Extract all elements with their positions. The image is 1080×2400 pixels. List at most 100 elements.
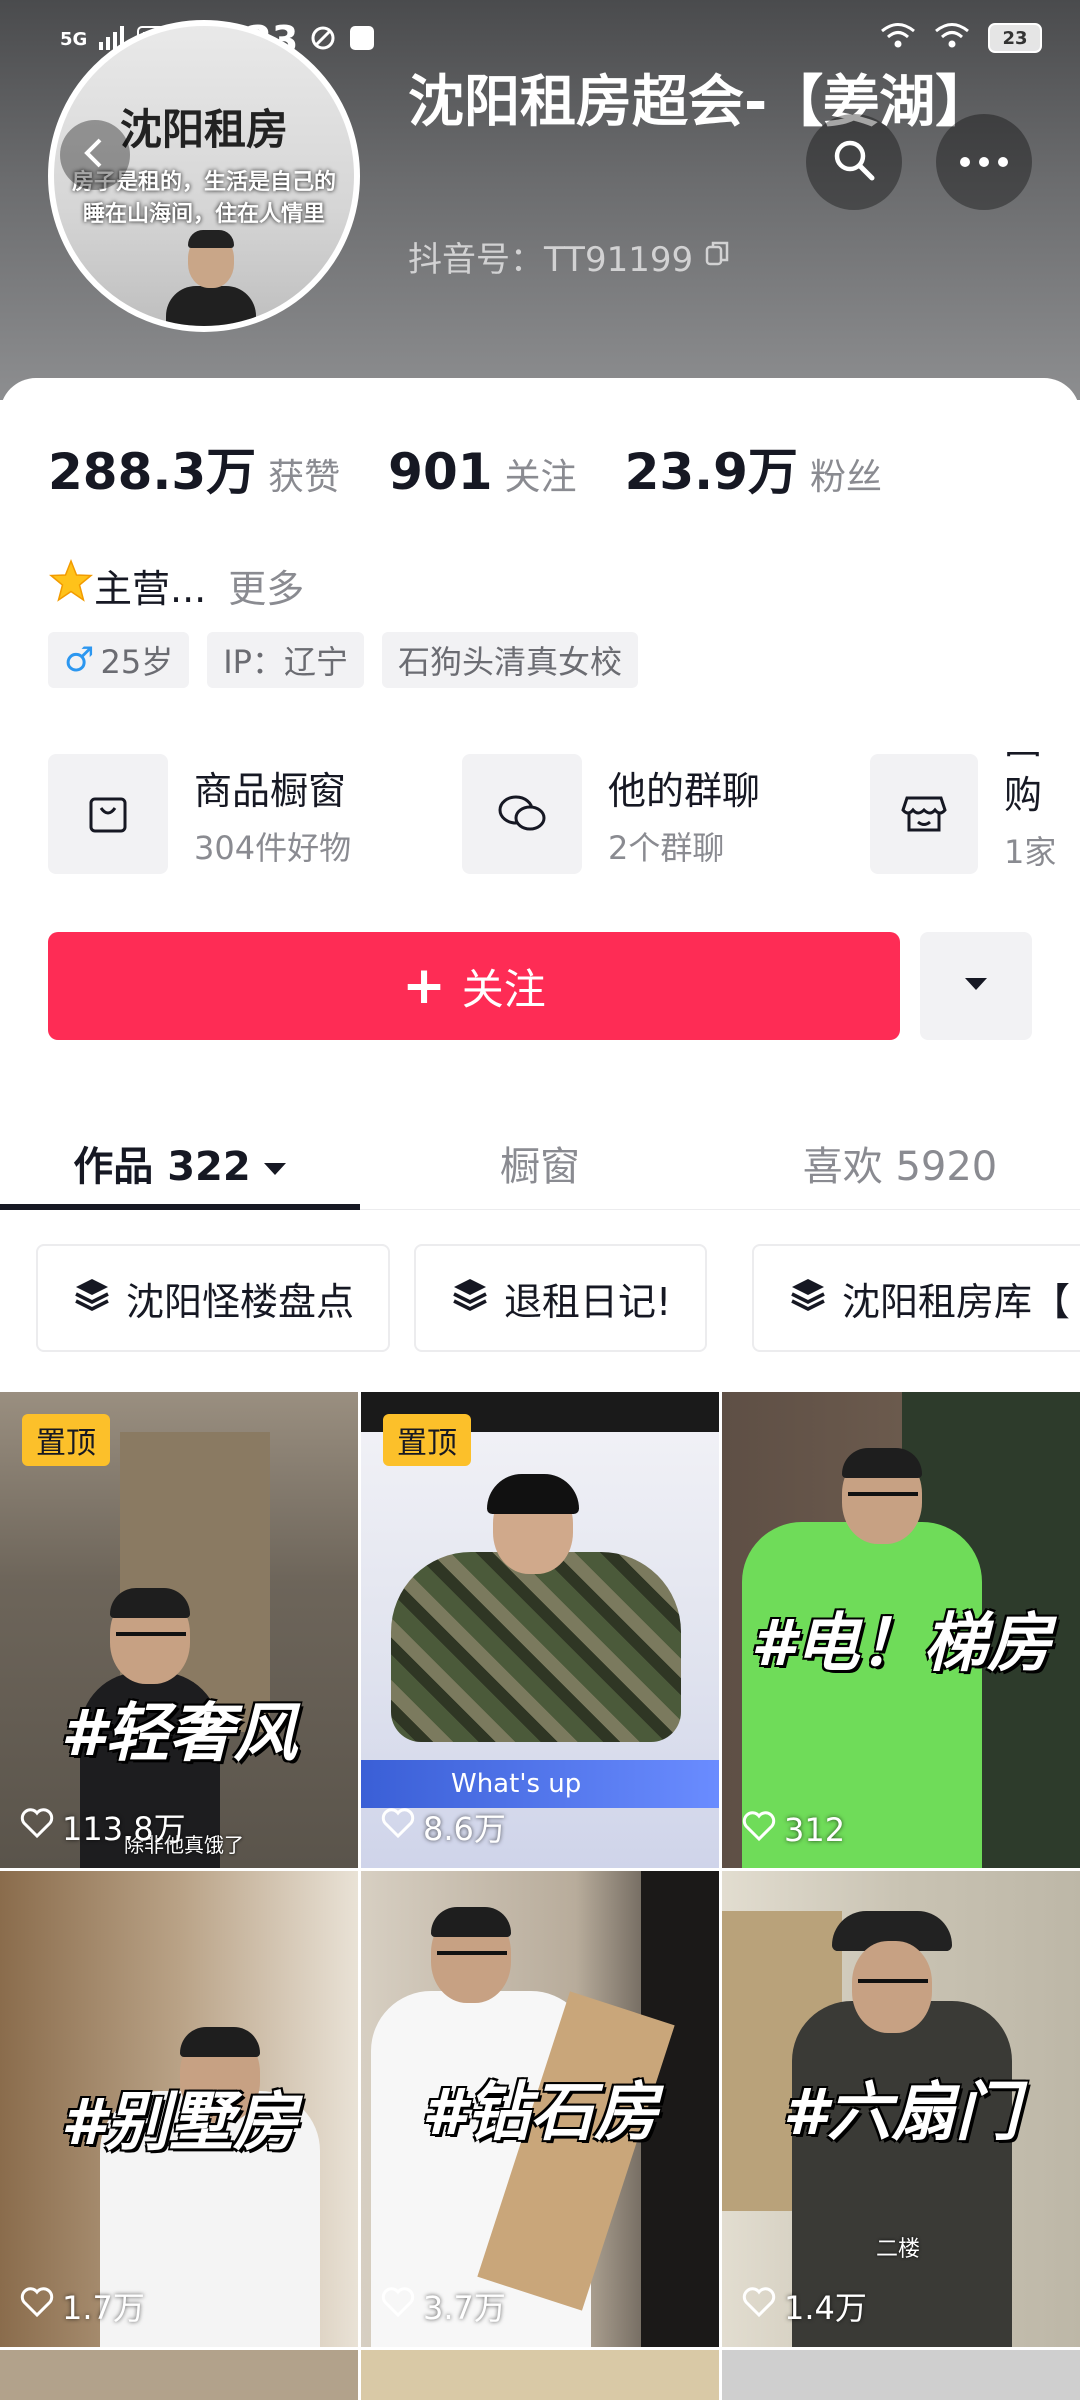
- age-text: 25岁: [100, 643, 174, 681]
- video-hashtag-overlay: #六扇门: [782, 2076, 1020, 2150]
- video-thumbnail[interactable]: [722, 2350, 1080, 2400]
- like-count-text: 1.7万: [62, 2289, 145, 2327]
- profile-tags: ♂ 25岁 IP：辽宁 石狗头清真女校: [48, 632, 638, 688]
- tab-likes[interactable]: 喜欢 5920: [720, 1118, 1080, 1208]
- like-count: 8.6万: [381, 1804, 506, 1850]
- stat-likes[interactable]: 288.3万 获赞: [48, 432, 340, 504]
- stat-value: 23.9万: [624, 443, 798, 501]
- copy-icon[interactable]: [703, 237, 733, 277]
- collection-label: 沈阳怪楼盘点: [126, 1279, 355, 1324]
- ip-tag: IP：辽宁: [207, 632, 364, 688]
- video-thumbnail[interactable]: [0, 2350, 358, 2400]
- search-icon: [831, 137, 877, 187]
- video-grid: 置顶 #轻奢风 除非他真饿了 113.8万 What's up 置顶 8.6万: [0, 1392, 1080, 2400]
- video-caption: What's up: [361, 1760, 719, 1808]
- video-thumbnail[interactable]: #六扇门 二楼 1.4万: [722, 1871, 1080, 2347]
- stat-value: 288.3万: [48, 443, 257, 501]
- stat-value: 901: [388, 443, 493, 501]
- tab-works[interactable]: 作品 322: [0, 1118, 360, 1208]
- video-thumbnail[interactable]: [361, 2350, 719, 2400]
- heart-icon: [742, 2286, 776, 2326]
- stat-label: 获赞: [268, 457, 341, 498]
- pinned-badge: 置顶: [383, 1414, 471, 1466]
- video-thumbnail[interactable]: #钻石房 3.7万: [361, 1871, 719, 2347]
- douyin-id[interactable]: 抖音号：TT91199: [408, 232, 733, 281]
- like-count-text: 3.7万: [423, 2289, 506, 2327]
- stat-following[interactable]: 901 关注: [388, 443, 576, 501]
- shopping-bag-icon: [48, 754, 168, 874]
- collection-chip[interactable]: 退租日记!: [414, 1244, 708, 1352]
- video-thumbnail[interactable]: #别墅房 1.7万: [0, 1871, 358, 2347]
- bio-text: 主营...: [94, 567, 207, 611]
- video-thumbnail[interactable]: 置顶 #轻奢风 除非他真饿了 113.8万: [0, 1392, 358, 1868]
- recommend-dropdown-button[interactable]: [920, 932, 1032, 1040]
- service-subtitle: 304件好物: [194, 828, 352, 867]
- video-caption: 二楼: [876, 2237, 921, 2262]
- heart-icon: [20, 2286, 54, 2326]
- age-tag: ♂ 25岁: [48, 632, 190, 688]
- battery-indicator: 23: [988, 23, 1042, 53]
- video-hashtag-overlay: #钻石房: [421, 2076, 659, 2150]
- service-title: 他的群聊: [608, 768, 761, 813]
- service-showcase[interactable]: 商品橱窗 304件好物: [48, 752, 351, 876]
- pinned-badge: 置顶: [22, 1414, 110, 1466]
- like-count-text: 113.8万: [62, 1810, 186, 1848]
- school-text: 石狗头清真女校: [397, 643, 622, 681]
- video-thumbnail[interactable]: What's up 置顶 8.6万: [361, 1392, 719, 1868]
- wifi-icon: [934, 22, 970, 54]
- heart-icon: [742, 1810, 776, 1850]
- ip-text: IP：辽宁: [223, 643, 348, 681]
- follow-label: 关注: [461, 964, 546, 1014]
- bio[interactable]: 主营... 更多: [48, 558, 304, 613]
- app-notification-icon: [348, 24, 376, 56]
- chat-bubbles-icon: [462, 754, 582, 874]
- services-row: 商品橱窗 304件好物 他的群聊 2个群聊 团购 1家好: [48, 752, 1080, 876]
- layers-icon: [450, 1274, 490, 1323]
- stat-label: 关注: [504, 457, 577, 498]
- like-count: 312: [742, 1810, 845, 1850]
- collection-chip[interactable]: 沈阳租房库【: [752, 1244, 1080, 1352]
- caret-down-icon: [263, 1140, 287, 1186]
- service-subtitle: 1家好: [1004, 833, 1057, 871]
- profile-header: 5G 17:23 23 沈阳租房 房子是: [0, 0, 1080, 400]
- service-group-buy[interactable]: 团购 1家好: [870, 752, 1080, 876]
- more-button[interactable]: [936, 114, 1032, 210]
- tab-label: 橱窗: [500, 1144, 580, 1190]
- like-count: 113.8万: [20, 1804, 186, 1850]
- search-button[interactable]: [806, 114, 902, 210]
- like-count: 1.7万: [20, 2283, 145, 2329]
- caret-down-icon: [963, 976, 989, 996]
- service-title: 团购: [1004, 752, 1043, 817]
- service-group-chat[interactable]: 他的群聊 2个群聊: [462, 752, 760, 876]
- collection-label: 退租日记!: [504, 1279, 672, 1324]
- school-tag[interactable]: 石狗头清真女校: [381, 632, 638, 688]
- avatar-person: [160, 226, 260, 326]
- more-dots-icon: [959, 153, 1009, 172]
- collection-chip[interactable]: 沈阳怪楼盘点: [36, 1244, 391, 1352]
- stats-row: 288.3万 获赞 901 关注 23.9万 粉丝: [48, 432, 930, 504]
- follow-button[interactable]: + 关注: [48, 932, 900, 1040]
- like-count: 1.4万: [742, 2283, 867, 2329]
- store-icon: [870, 754, 979, 874]
- service-title: 商品橱窗: [194, 768, 347, 813]
- douyin-id-text: 抖音号：TT91199: [408, 240, 694, 280]
- male-icon: ♂: [64, 640, 95, 680]
- bio-more-link[interactable]: 更多: [228, 558, 304, 613]
- tab-showcase[interactable]: 橱窗: [360, 1118, 720, 1208]
- heart-icon: [20, 1807, 54, 1847]
- stat-followers[interactable]: 23.9万 粉丝: [625, 432, 882, 504]
- back-button[interactable]: [60, 120, 130, 190]
- plus-icon: +: [402, 956, 446, 1016]
- like-count-text: 1.4万: [784, 2289, 867, 2327]
- stat-label: 粉丝: [809, 457, 882, 498]
- like-count-text: 312: [784, 1811, 846, 1849]
- service-subtitle: 2个群聊: [608, 828, 725, 867]
- video-hashtag-overlay: #轻奢风: [60, 1697, 298, 1771]
- content-tabs: 作品 322 橱窗 喜欢 5920: [0, 1118, 1080, 1210]
- video-hashtag-overlay: #电！梯房: [750, 1607, 1052, 1681]
- star-icon: [48, 558, 94, 613]
- heart-icon: [381, 2286, 415, 2326]
- tab-label: 作品 322: [73, 1144, 251, 1190]
- collection-label: 沈阳租房库【: [842, 1279, 1071, 1324]
- video-thumbnail[interactable]: #电！梯房 312: [722, 1392, 1080, 1868]
